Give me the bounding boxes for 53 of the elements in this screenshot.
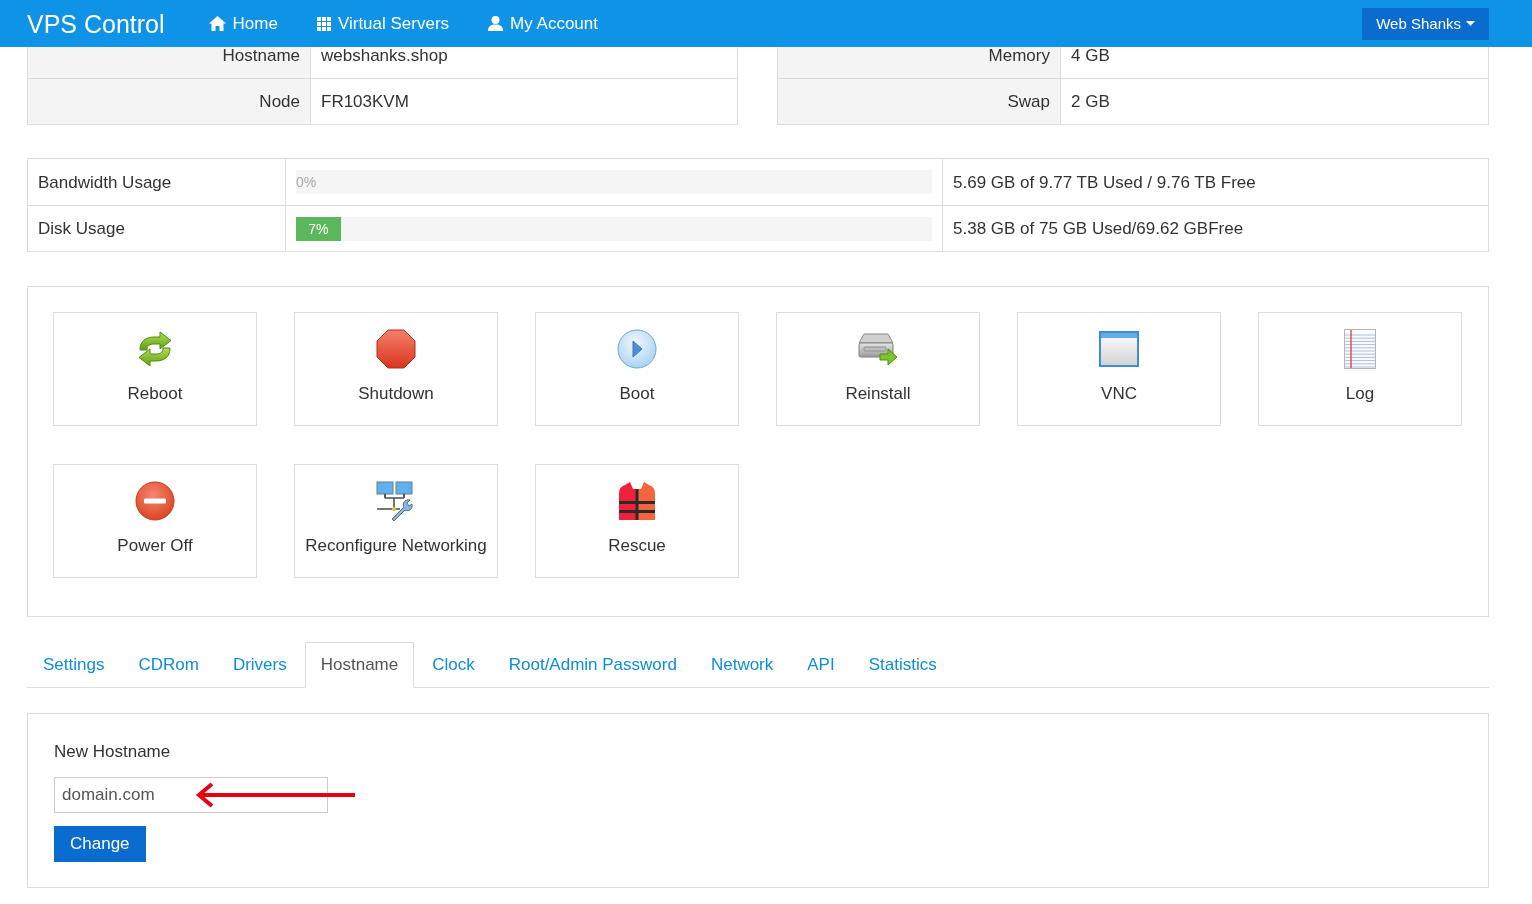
progress-text: 7%	[307, 219, 330, 239]
tab[interactable]: Hostname	[304, 642, 415, 688]
info-value: webshanks.shop	[321, 47, 448, 64]
caret-icon	[1466, 21, 1475, 26]
minus-circle-icon	[135, 481, 175, 521]
user-icon	[488, 16, 504, 31]
nav-link[interactable]: My Account	[488, 12, 598, 35]
action-button[interactable]: Reboot	[53, 312, 257, 426]
nav-link[interactable]: Home	[208, 12, 278, 35]
nav-link[interactable]: Virtual Servers	[316, 12, 450, 35]
action-button[interactable]: Rescue	[535, 464, 739, 578]
usage-reading: 5.69 GB of 9.77 TB Used / 9.76 TB Free	[953, 173, 1256, 191]
tab[interactable]: Drivers	[216, 642, 303, 688]
grid-icon	[316, 16, 331, 31]
tab[interactable]: API	[791, 642, 851, 688]
window-icon	[1099, 331, 1139, 367]
info-label: Node	[259, 93, 300, 110]
network-wrench-icon	[376, 481, 416, 521]
info-value: 4 GB	[1071, 47, 1110, 64]
life-vest-icon	[617, 481, 657, 521]
user-menu-button[interactable]: Web Shanks	[1362, 7, 1489, 40]
field-label: New Hostname	[54, 741, 171, 763]
change-button[interactable]: Change	[54, 826, 146, 862]
tab[interactable]: Statistics	[852, 642, 953, 688]
home-icon	[208, 16, 226, 31]
usage-reading: 5.38 GB of 75 GB Used/69.62 GBFree	[953, 220, 1244, 237]
progress-text: 0%	[296, 173, 317, 192]
drive-arrow-icon	[858, 332, 898, 366]
tab[interactable]: CDRom	[122, 642, 215, 688]
info-label: Swap	[1007, 93, 1050, 110]
action-button[interactable]: Reconfigure Networking	[294, 464, 498, 578]
action-button[interactable]: Boot	[535, 312, 739, 426]
play-icon	[617, 329, 657, 369]
info-label: Hostname	[222, 47, 300, 64]
tab[interactable]: Clock	[416, 642, 491, 688]
notepad-icon	[1344, 329, 1376, 369]
action-button[interactable]: Shutdown	[294, 312, 498, 426]
brand-name[interactable]: VPS Control	[27, 8, 165, 39]
hostname-input[interactable]: domain.com	[54, 777, 328, 813]
action-button[interactable]: Log	[1258, 312, 1462, 426]
stop-sign-icon	[376, 329, 416, 369]
usage-label: Disk Usage	[38, 220, 125, 237]
action-button[interactable]: Power Off	[53, 464, 257, 578]
tab[interactable]: Network	[694, 642, 790, 688]
info-value: 2 GB	[1071, 93, 1110, 110]
info-value: FR103KVM	[321, 93, 409, 110]
arrow-icon	[195, 782, 357, 808]
action-button[interactable]: VNC	[1017, 312, 1221, 426]
tab[interactable]: Settings	[27, 642, 121, 688]
info-label: Memory	[988, 47, 1050, 64]
tab[interactable]: Root/Admin Password	[492, 642, 693, 688]
usage-label: Bandwidth Usage	[38, 173, 172, 191]
action-button[interactable]: Reinstall	[776, 312, 980, 426]
